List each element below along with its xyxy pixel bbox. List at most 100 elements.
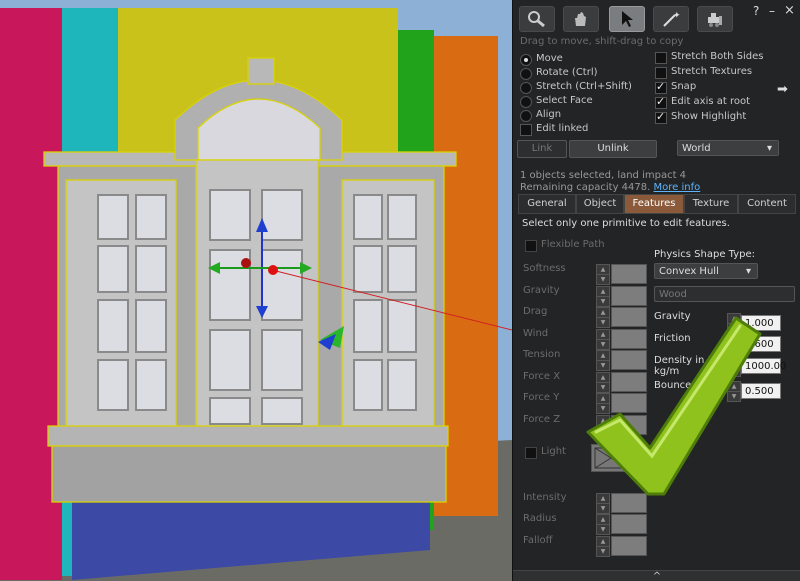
intensity-stepper[interactable]: ▲ ▼ <box>596 493 610 514</box>
chevron-down-icon: ▾ <box>766 143 772 154</box>
physics-gravity-stepper[interactable]: ▲ ▼ <box>727 313 741 334</box>
land-tool-button[interactable] <box>697 6 733 32</box>
stretch-textures-checkbox[interactable] <box>655 67 667 79</box>
chevron-down-icon: ▾ <box>745 266 751 277</box>
green-checkmark-icon <box>0 0 512 581</box>
move-label: Move <box>536 53 563 64</box>
force-z-stepper[interactable]: ▲ ▼ <box>596 415 610 436</box>
wind-stepper[interactable]: ▲ ▼ <box>596 329 610 350</box>
snap-checkbox[interactable] <box>655 80 667 94</box>
tension-field[interactable] <box>611 350 647 370</box>
remaining-capacity: Remaining capacity 4478. <box>520 182 651 193</box>
select-face-radio[interactable] <box>520 96 532 108</box>
softness-field[interactable] <box>611 264 647 284</box>
arrow-cursor-icon <box>622 11 633 27</box>
drag-hint: Drag to move, shift-drag to copy <box>520 36 684 47</box>
density-label: Density in 100 kg/m <box>654 355 727 377</box>
features-note: Select only one primitive to edit featur… <box>522 218 730 229</box>
edit-linked-label: Edit linked <box>536 123 589 134</box>
tab-features[interactable]: Features <box>624 194 684 214</box>
flex-gravity-field[interactable] <box>611 286 647 306</box>
radius-stepper[interactable]: ▲ ▼ <box>596 514 610 535</box>
ruler-mode-dropdown[interactable]: World ▾ <box>677 140 779 156</box>
minimize-button[interactable]: – <box>769 4 775 18</box>
more-info-link[interactable]: More info <box>654 182 701 193</box>
magnifier-icon <box>528 11 545 28</box>
build-tools-floater: ✦ ? – × Drag to move, shift-drag to copy… <box>512 0 800 581</box>
light-color-swatch[interactable] <box>591 444 631 472</box>
stretch-both-sides-checkbox[interactable] <box>655 52 667 64</box>
stretch-both-sides-label: Stretch Both Sides <box>671 51 764 62</box>
wind-field[interactable] <box>611 329 647 349</box>
physics-shape-dropdown[interactable]: Convex Hull ▾ <box>654 263 758 279</box>
bounce-stepper[interactable]: ▲ ▼ <box>727 381 741 402</box>
close-button[interactable]: × <box>784 3 795 18</box>
magic-wand-icon: ✦ <box>663 11 681 27</box>
hand-icon <box>575 12 586 26</box>
grab-tool-button[interactable] <box>563 6 599 32</box>
bounce-label: Bounce <box>654 380 692 391</box>
arrow-right-icon[interactable]: ➡ <box>777 82 788 97</box>
softness-label: Softness <box>523 263 566 274</box>
flexible-path-label: Flexible Path <box>541 239 605 250</box>
physics-gravity-field[interactable]: 1.000 <box>741 315 781 331</box>
tab-general[interactable]: General <box>518 194 576 214</box>
svg-text:✦: ✦ <box>673 11 681 21</box>
create-tool-button[interactable]: ✦ <box>653 6 689 32</box>
link-button[interactable]: Link <box>517 140 567 158</box>
edit-axis-root-label: Edit axis at root <box>671 96 751 107</box>
force-x-stepper[interactable]: ▲ ▼ <box>596 372 610 393</box>
falloff-stepper[interactable]: ▲ ▼ <box>596 536 610 557</box>
intensity-field[interactable] <box>611 493 647 513</box>
softness-stepper[interactable]: ▲ ▼ <box>596 264 610 285</box>
stretch-radio[interactable] <box>520 82 532 94</box>
flex-gravity-stepper[interactable]: ▲ ▼ <box>596 286 610 307</box>
edit-linked-checkbox[interactable] <box>520 124 532 136</box>
density-field[interactable]: 1000.00 <box>741 358 786 374</box>
force-z-label: Force Z <box>523 414 561 425</box>
select-face-label: Select Face <box>536 95 593 106</box>
density-stepper[interactable]: ▲ ▼ <box>727 356 741 377</box>
force-x-field[interactable] <box>611 372 647 392</box>
falloff-field[interactable] <box>611 536 647 556</box>
viewport-3d[interactable] <box>0 0 512 581</box>
wind-label: Wind <box>523 328 549 339</box>
flexible-path-checkbox[interactable] <box>525 240 537 252</box>
drag-stepper[interactable]: ▲ ▼ <box>596 307 610 328</box>
tension-label: Tension <box>523 349 561 360</box>
selection-status: 1 objects selected, land impact 4 <box>520 170 687 181</box>
move-radio[interactable] <box>520 54 532 66</box>
light-checkbox[interactable] <box>525 447 537 459</box>
material-value: Wood <box>659 289 687 300</box>
physics-shape-label: Physics Shape Type: <box>654 249 755 260</box>
force-y-field[interactable] <box>611 393 647 413</box>
tab-texture[interactable]: Texture <box>684 194 738 214</box>
tab-object[interactable]: Object <box>576 194 624 214</box>
ruler-mode-value: World <box>682 143 711 154</box>
force-x-label: Force X <box>523 371 561 382</box>
edit-tool-button[interactable] <box>609 6 645 32</box>
rotate-radio[interactable] <box>520 68 532 80</box>
stretch-textures-label: Stretch Textures <box>671 66 753 77</box>
unlink-button[interactable]: Unlink <box>569 140 657 158</box>
edit-axis-root-checkbox[interactable] <box>655 95 667 109</box>
help-button[interactable]: ? <box>753 4 759 18</box>
material-dropdown[interactable]: Wood <box>654 286 795 302</box>
bulldozer-icon <box>708 13 722 27</box>
force-z-field[interactable] <box>611 415 647 435</box>
bounce-field[interactable]: 0.500 <box>741 383 781 399</box>
collapse-panel-button[interactable]: ^ <box>513 570 800 581</box>
light-texture-icon <box>594 447 628 469</box>
tension-stepper[interactable]: ▲ ▼ <box>596 350 610 371</box>
tab-content[interactable]: Content <box>738 194 796 214</box>
physics-gravity-label: Gravity <box>654 311 691 322</box>
align-radio[interactable] <box>520 110 532 122</box>
force-y-stepper[interactable]: ▲ ▼ <box>596 393 610 414</box>
rotate-label: Rotate (Ctrl) <box>536 67 598 78</box>
friction-stepper[interactable]: ▲ ▼ <box>727 334 741 355</box>
radius-field[interactable] <box>611 514 647 534</box>
drag-field[interactable] <box>611 307 647 327</box>
show-highlight-checkbox[interactable] <box>655 110 667 124</box>
focus-tool-button[interactable] <box>519 6 555 32</box>
friction-field[interactable]: 0.600 <box>741 336 781 352</box>
